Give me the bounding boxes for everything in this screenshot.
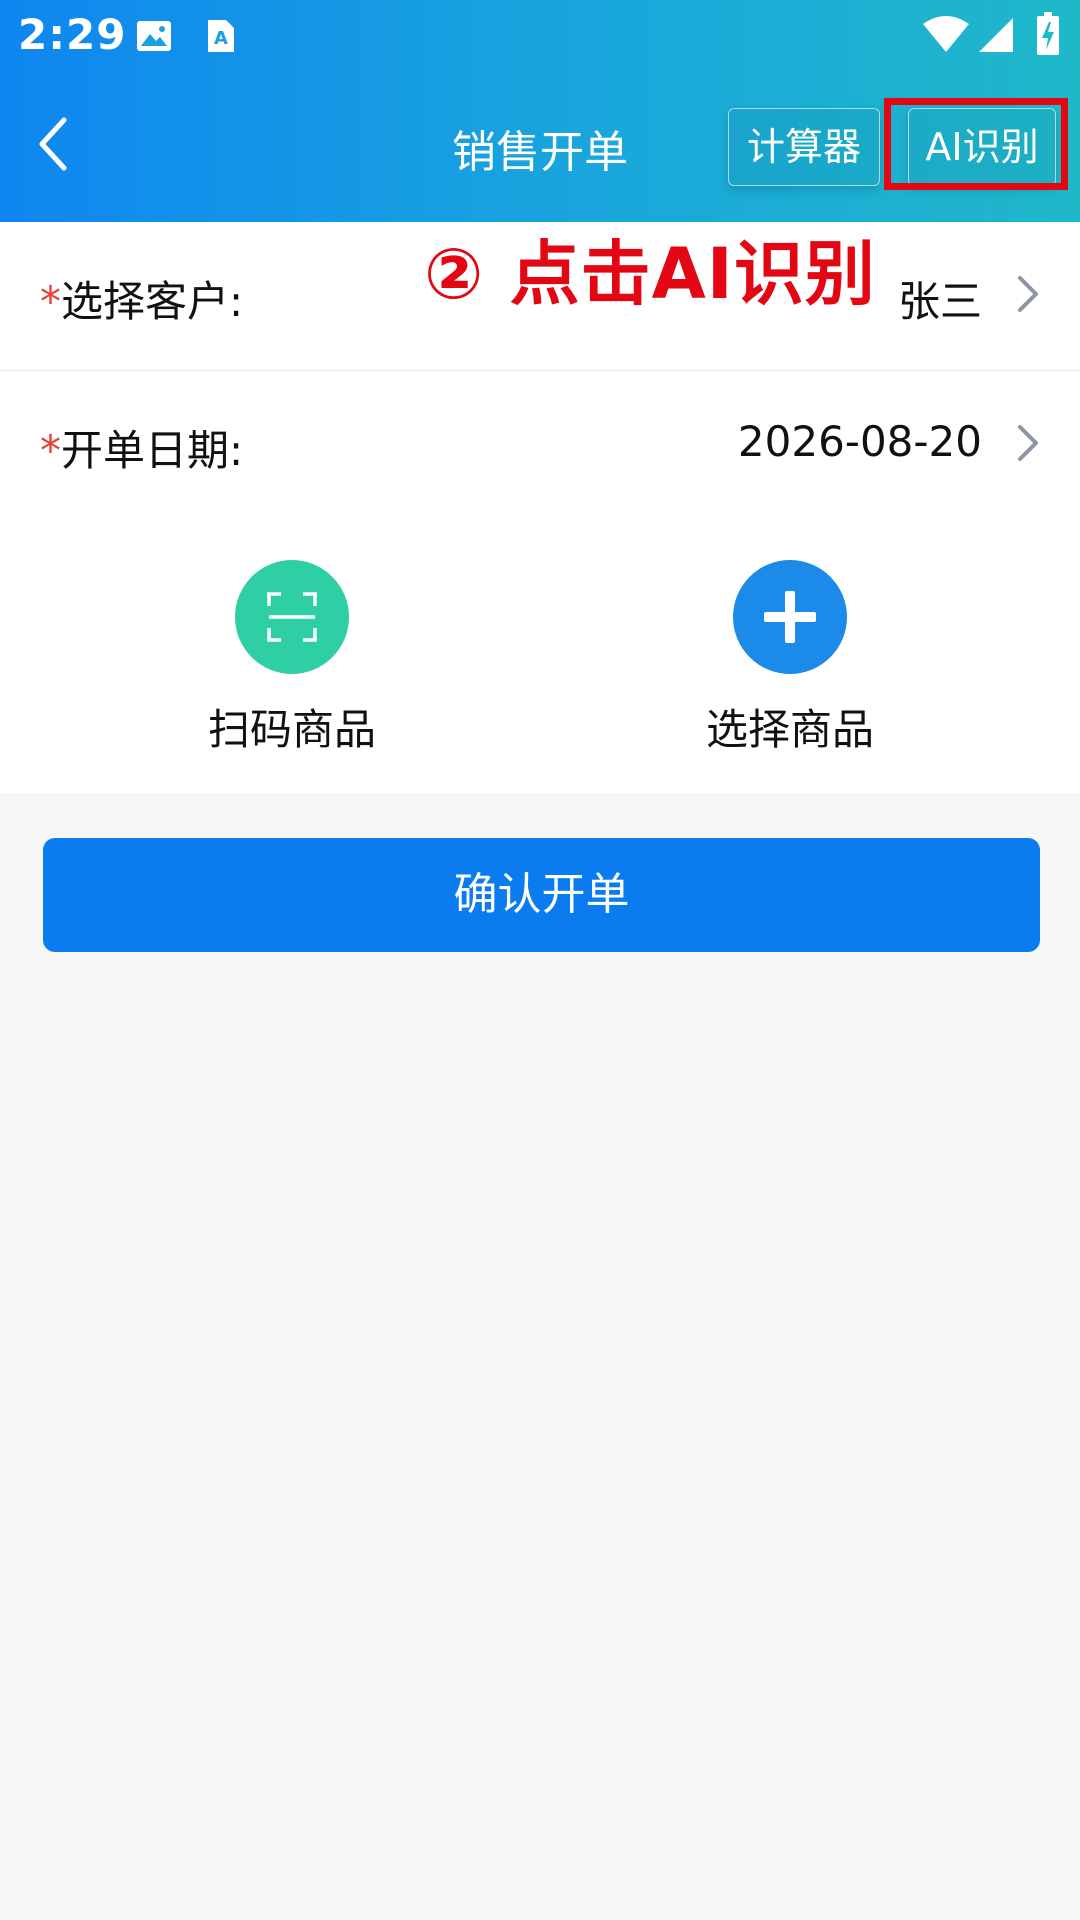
svg-text:A: A bbox=[214, 28, 228, 49]
wifi-icon bbox=[923, 16, 969, 52]
battery-icon bbox=[1037, 12, 1059, 55]
confirm-order-button[interactable]: 确认开单 bbox=[43, 838, 1040, 952]
chevron-right-icon bbox=[1018, 425, 1038, 461]
gallery-notification-icon bbox=[137, 21, 171, 51]
product-actions: 扫码商品 选择商品 bbox=[0, 518, 1080, 793]
status-time: 2:29 bbox=[18, 10, 127, 59]
signal-icon bbox=[979, 18, 1013, 52]
select-product-label: 选择商品 bbox=[705, 705, 874, 754]
required-mark: * bbox=[40, 277, 61, 326]
plus-icon bbox=[764, 591, 816, 643]
plus-icon-circle bbox=[733, 560, 847, 674]
date-label-text: 开单日期: bbox=[61, 426, 244, 475]
date-value: 2026-08-20 bbox=[737, 417, 982, 466]
customer-value: 张三 bbox=[897, 277, 982, 326]
customer-label-text: 选择客户: bbox=[61, 277, 244, 326]
scan-icon-circle bbox=[235, 560, 349, 674]
date-row[interactable]: *开单日期: 2026-08-20 bbox=[0, 371, 1080, 520]
chevron-right-icon bbox=[1018, 276, 1038, 312]
text-notification-icon: A bbox=[208, 20, 234, 52]
scan-product-action[interactable]: 扫码商品 bbox=[182, 560, 402, 757]
required-mark: * bbox=[40, 426, 61, 475]
customer-label: *选择客户: bbox=[40, 268, 243, 329]
date-label: *开单日期: bbox=[40, 417, 243, 478]
annotation-text: ② 点击AI识别 bbox=[424, 233, 876, 315]
ai-button-highlight bbox=[884, 98, 1068, 190]
calculator-button[interactable]: 计算器 bbox=[728, 108, 880, 186]
scan-icon bbox=[267, 592, 317, 642]
select-product-action[interactable]: 选择商品 bbox=[680, 560, 900, 757]
status-bar: 2:29 A bbox=[0, 0, 1080, 72]
scan-product-label: 扫码商品 bbox=[207, 705, 376, 754]
